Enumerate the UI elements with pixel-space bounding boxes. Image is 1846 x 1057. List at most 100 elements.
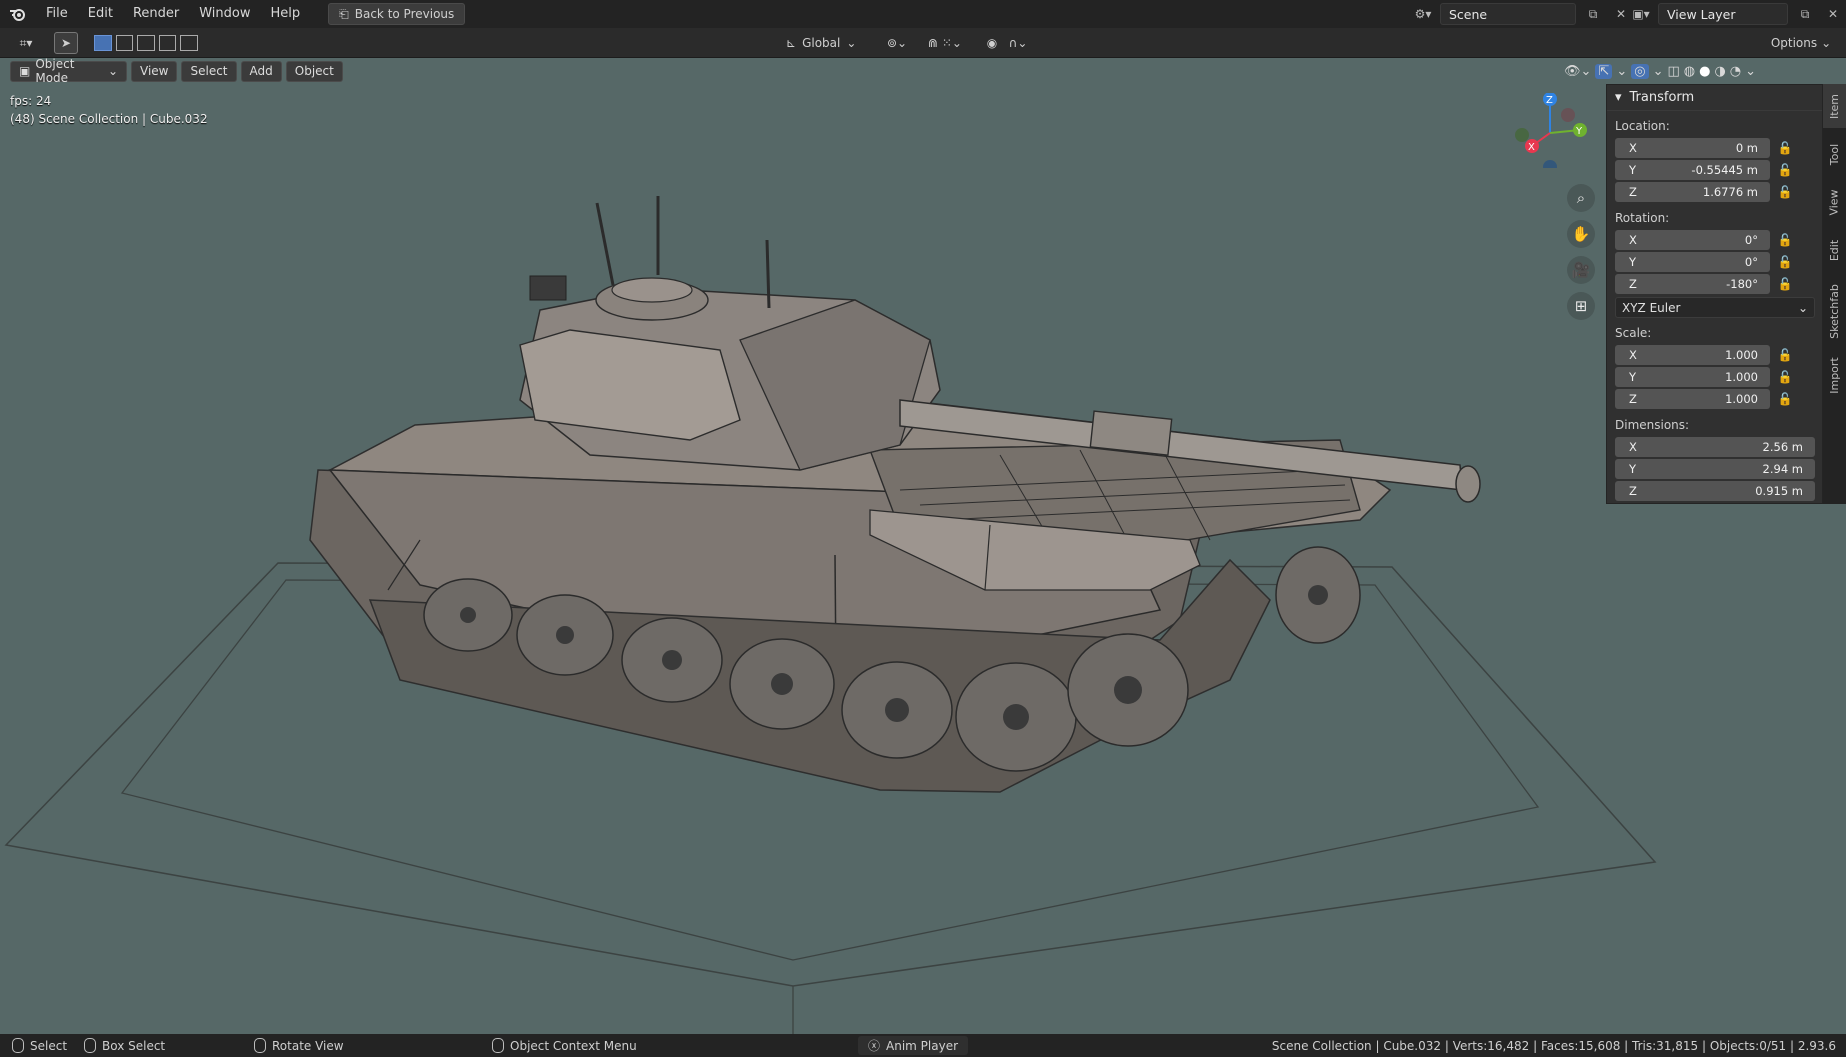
selection-mode-group [94, 32, 198, 54]
select-menu[interactable]: Select [181, 60, 237, 82]
pan-hand-icon[interactable]: ✋ [1567, 220, 1595, 248]
rotation-x-row: X 0° 🔓 [1615, 229, 1822, 251]
tab-import[interactable]: Import [1823, 350, 1846, 400]
lock-icon[interactable]: 🔓 [1770, 348, 1800, 362]
chevron-down-icon[interactable]: ⌄ [1616, 64, 1627, 79]
pivot-point-icon[interactable]: ⊚⌄ [882, 32, 912, 54]
dimensions-z-field[interactable]: Z 0.915 m [1615, 481, 1815, 501]
wireframe-shading-icon[interactable]: ◍ [1684, 64, 1695, 79]
object-info-text: (48) Scene Collection | Cube.032 [10, 112, 208, 126]
chevron-down-icon: ⌄ [107, 64, 118, 78]
location-label: Location: [1615, 119, 1670, 133]
tab-tool[interactable]: Tool [1823, 132, 1846, 176]
top-menu-bar: File Edit Render Window Help ⎗ Back to P… [0, 0, 1846, 28]
lock-icon[interactable]: 🔓 [1770, 392, 1800, 406]
navigation-gizmo[interactable]: Z Y X [1510, 93, 1590, 168]
rotation-y-field[interactable]: Y 0° [1615, 252, 1770, 272]
rotation-z-field[interactable]: Z -180° [1615, 274, 1770, 294]
object-mode-dropdown[interactable]: ▣ Object Mode ⌄ [10, 57, 127, 85]
tool-header: ⌗▾ ➤ ⊾ Global ⌄ ⊚⌄ ⋒ ⁙⌄ ◉ ∩⌄ Options ⌄ [0, 28, 1846, 58]
camera-view-icon[interactable]: 🎥 [1567, 256, 1595, 284]
select-intersect-icon[interactable] [180, 35, 198, 51]
falloff-icon[interactable]: ∩⌄ [1004, 32, 1032, 54]
lock-icon[interactable]: 🔓 [1770, 277, 1800, 291]
select-subtract-icon[interactable] [137, 35, 155, 51]
add-menu[interactable]: Add [240, 60, 282, 82]
status-select: Select [12, 1034, 67, 1057]
close-icon[interactable]: ⓧ [868, 1037, 880, 1054]
chevron-down-icon[interactable]: ⌄ [1745, 64, 1756, 79]
dimensions-x-field[interactable]: X 2.56 m [1615, 437, 1815, 457]
scale-y-field[interactable]: Y 1.000 [1615, 367, 1770, 387]
back-to-previous-button[interactable]: ⎗ Back to Previous [328, 3, 466, 25]
lock-icon[interactable]: 🔓 [1770, 233, 1800, 247]
mouse-drag-icon [84, 1038, 96, 1053]
menu-help[interactable]: Help [261, 0, 311, 28]
anim-player-button[interactable]: ⓧ Anim Player [858, 1036, 969, 1055]
scene-browse-icon[interactable]: ⚙▾ [1412, 3, 1434, 25]
select-invert-icon[interactable] [158, 35, 177, 51]
tab-item[interactable]: Item [1823, 84, 1846, 128]
location-y-field[interactable]: Y -0.55445 m [1615, 160, 1770, 180]
status-box-select: Box Select [84, 1034, 165, 1057]
back-label: Back to Previous [354, 7, 455, 21]
rotation-label: Rotation: [1615, 211, 1670, 225]
visibility-eye-icon[interactable]: 👁⌄ [1564, 64, 1591, 79]
object-menu[interactable]: Object [285, 60, 343, 82]
orientation-icon: ⊾ [786, 36, 797, 50]
overlay-toggle-icon[interactable]: ◎ [1631, 63, 1649, 79]
scale-z-row: Z 1.000 🔓 [1615, 388, 1822, 410]
perspective-grid-icon[interactable]: ⊞ [1567, 292, 1595, 320]
remove-scene-icon[interactable]: ✕ [1610, 3, 1632, 25]
menu-edit[interactable]: Edit [78, 0, 123, 28]
options-dropdown[interactable]: Options ⌄ [1768, 32, 1834, 54]
snap-icon[interactable]: ⋒ ⁙⌄ [918, 32, 972, 54]
lock-icon[interactable]: 🔓 [1770, 141, 1800, 155]
scene-name-field[interactable]: Scene [1440, 3, 1576, 25]
proportional-edit-icon[interactable]: ◉ [982, 32, 1002, 54]
menu-window[interactable]: Window [189, 0, 260, 28]
blender-logo-icon[interactable] [0, 0, 36, 28]
dimensions-y-field[interactable]: Y 2.94 m [1615, 459, 1815, 479]
gizmo-toggle-icon[interactable]: ⇱ [1595, 63, 1613, 79]
location-x-field[interactable]: X0 m [1615, 138, 1770, 158]
rotation-x-field[interactable]: X 0° [1615, 230, 1770, 250]
transform-orientation-dropdown[interactable]: ⊾ Global ⌄ [786, 32, 876, 54]
3d-viewport[interactable]: fps: 24 (48) Scene Collection | Cube.032… [0, 58, 1846, 1034]
view-menu[interactable]: View [131, 60, 178, 82]
tab-view[interactable]: View [1823, 180, 1846, 224]
tab-sketchfab[interactable]: Sketchfab [1823, 276, 1846, 346]
viewport-shading-controls: 👁⌄ ⇱ ⌄ ◎ ⌄ ◫ ◍ ● ◑ ◔ ⌄ [1564, 60, 1756, 82]
solid-shading-icon[interactable]: ● [1699, 64, 1710, 79]
rendered-shading-icon[interactable]: ◔ [1730, 64, 1741, 79]
view-layer-name-field[interactable]: View Layer [1658, 3, 1788, 25]
scale-z-field[interactable]: Z 1.000 [1615, 389, 1770, 409]
remove-view-layer-icon[interactable]: ✕ [1822, 3, 1844, 25]
lock-icon[interactable]: 🔓 [1770, 255, 1800, 269]
status-bar: Select Box Select Rotate View Object Con… [0, 1034, 1846, 1057]
anim-player-indicator: ⓧ Anim Player [858, 1034, 969, 1057]
status-rotate-view-label: Rotate View [272, 1038, 344, 1053]
xray-toggle-icon[interactable]: ◫ [1667, 64, 1679, 79]
location-z-field[interactable]: Z 1.6776 m [1615, 182, 1770, 202]
select-extend-icon[interactable] [115, 35, 134, 51]
select-new-icon[interactable] [94, 35, 112, 51]
rotation-mode-dropdown[interactable]: XYZ Euler ⌄ [1615, 297, 1815, 318]
lock-icon[interactable]: 🔓 [1770, 370, 1800, 384]
lock-icon[interactable]: 🔓 [1770, 185, 1800, 199]
antenna [765, 239, 771, 309]
select-tool-icon[interactable]: ➤ [54, 32, 78, 54]
new-view-layer-icon[interactable]: ⧉ [1794, 3, 1816, 25]
menu-render[interactable]: Render [123, 0, 189, 28]
transform-panel-header[interactable]: ▾ Transform [1607, 85, 1822, 111]
lock-icon[interactable]: 🔓 [1770, 163, 1800, 177]
view-layer-browse-icon[interactable]: ▣▾ [1630, 3, 1652, 25]
new-scene-icon[interactable]: ⧉ [1582, 3, 1604, 25]
material-shading-icon[interactable]: ◑ [1714, 64, 1725, 79]
scale-x-field[interactable]: X 1.000 [1615, 345, 1770, 365]
chevron-down-icon[interactable]: ⌄ [1653, 64, 1664, 79]
tab-edit[interactable]: Edit [1823, 228, 1846, 272]
zoom-icon[interactable]: ⌕ [1567, 184, 1595, 212]
editor-type-icon[interactable]: ⌗▾ [10, 32, 42, 54]
menu-file[interactable]: File [36, 0, 78, 28]
